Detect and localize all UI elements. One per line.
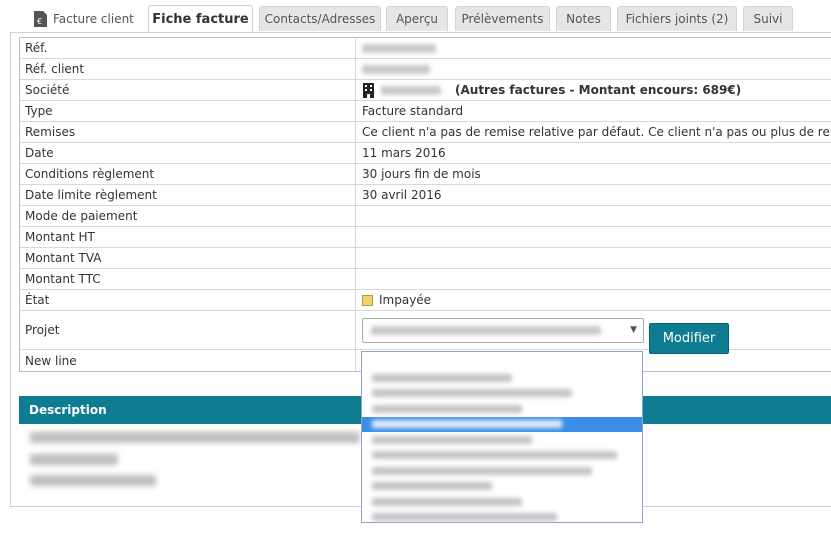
tab-fichiers-joints[interactable]: Fichiers joints (2) (617, 6, 737, 31)
type-value: Facture standard (362, 104, 464, 118)
societe-encours-note: (Autres factures - Montant encours: 689€… (455, 83, 742, 97)
description-line-2 (30, 454, 118, 465)
building-icon (362, 82, 375, 98)
dropdown-option[interactable] (362, 352, 642, 370)
tab-bar: € Facture client Fiche facture Contacts/… (0, 0, 831, 33)
dropdown-option[interactable] (362, 370, 642, 386)
tab-apercu[interactable]: Aperçu (386, 6, 448, 31)
dropdown-option[interactable] (362, 479, 642, 495)
dropdown-option[interactable] (362, 463, 642, 479)
projet-dropdown-list[interactable] (361, 351, 643, 523)
mode-paiement-value (356, 206, 831, 226)
svg-text:€: € (37, 17, 42, 26)
modifier-button[interactable]: Modifier (649, 323, 729, 354)
row-date-limite: Date limite règlement 30 avril 2016 (20, 185, 831, 206)
dropdown-option[interactable] (362, 432, 642, 448)
tab-suivi[interactable]: Suivi (743, 6, 793, 31)
conditions-label: Conditions règlement (20, 164, 356, 184)
societe-value: (Autres factures - Montant encours: 689€… (356, 80, 831, 100)
row-montant-tva: Montant TVA (20, 248, 831, 269)
projet-label: Projet (20, 311, 356, 349)
projet-selected-value (371, 325, 601, 335)
date-limite-value: 30 avril 2016 (362, 188, 442, 202)
ref-client-label: Réf. client (20, 59, 356, 79)
tab-invoice-title: € Facture client (34, 8, 134, 30)
row-ref-client: Réf. client (20, 59, 831, 80)
dropdown-option[interactable] (362, 386, 642, 402)
societe-label: Société (20, 80, 356, 100)
dropdown-option-selected[interactable] (362, 416, 642, 432)
row-mode-paiement: Mode de paiement (20, 206, 831, 227)
ref-client-value (356, 59, 831, 79)
etat-value: Impayée (356, 290, 831, 310)
remises-value: Ce client n'a pas de remise relative par… (362, 125, 831, 139)
unpaid-status-icon (362, 294, 373, 306)
row-date: Date 11 mars 2016 (20, 143, 831, 164)
conditions-value: 30 jours fin de mois (362, 167, 481, 181)
date-label: Date (20, 143, 356, 163)
tab-invoice-title-label: Facture client (53, 12, 134, 26)
row-remises: Remises Ce client n'a pas de remise rela… (20, 122, 831, 143)
dropdown-option[interactable] (362, 510, 642, 523)
montant-ht-value (356, 227, 831, 247)
ref-value (356, 38, 831, 58)
societe-name-link[interactable] (381, 85, 441, 95)
tab-contacts[interactable]: Contacts/Adresses (259, 6, 381, 31)
montant-tva-label: Montant TVA (20, 248, 356, 268)
invoice-fields-table: Réf. Réf. client Société (Autres facture… (19, 37, 831, 372)
date-limite-label: Date limite règlement (20, 185, 356, 205)
row-montant-ttc: Montant TTC (20, 269, 831, 290)
description-line-1 (30, 432, 360, 443)
row-etat: État Impayée (20, 290, 831, 311)
projet-value: ▼ (356, 311, 831, 349)
montant-ttc-label: Montant TTC (20, 269, 356, 289)
invoice-document-icon: € (34, 11, 47, 27)
tab-fiche-facture[interactable]: Fiche facture (148, 5, 253, 33)
montant-ht-label: Montant HT (20, 227, 356, 247)
ref-redacted (362, 43, 436, 53)
dropdown-option[interactable] (362, 448, 642, 464)
row-conditions: Conditions règlement 30 jours fin de moi… (20, 164, 831, 185)
row-type: Type Facture standard (20, 101, 831, 122)
date-value: 11 mars 2016 (362, 146, 446, 160)
row-societe: Société (Autres factures - Montant encou… (20, 80, 831, 101)
new-line-label: New line (20, 350, 356, 371)
tab-notes[interactable]: Notes (556, 6, 611, 31)
montant-ttc-value (356, 269, 831, 289)
row-ref: Réf. (20, 38, 831, 59)
ref-client-redacted (362, 64, 430, 74)
dropdown-option[interactable] (362, 401, 642, 417)
montant-tva-value (356, 248, 831, 268)
row-montant-ht: Montant HT (20, 227, 831, 248)
type-label: Type (20, 101, 356, 121)
ref-label: Réf. (20, 38, 356, 58)
chevron-down-icon: ▼ (630, 324, 637, 335)
remises-label: Remises (20, 122, 356, 142)
tab-prelevements[interactable]: Prélèvements (455, 6, 550, 31)
mode-paiement-label: Mode de paiement (20, 206, 356, 226)
dropdown-option[interactable] (362, 494, 642, 510)
etat-status-text: Impayée (379, 293, 432, 307)
etat-label: État (20, 290, 356, 310)
description-line-3 (30, 475, 156, 486)
projet-select[interactable]: ▼ (362, 317, 644, 343)
